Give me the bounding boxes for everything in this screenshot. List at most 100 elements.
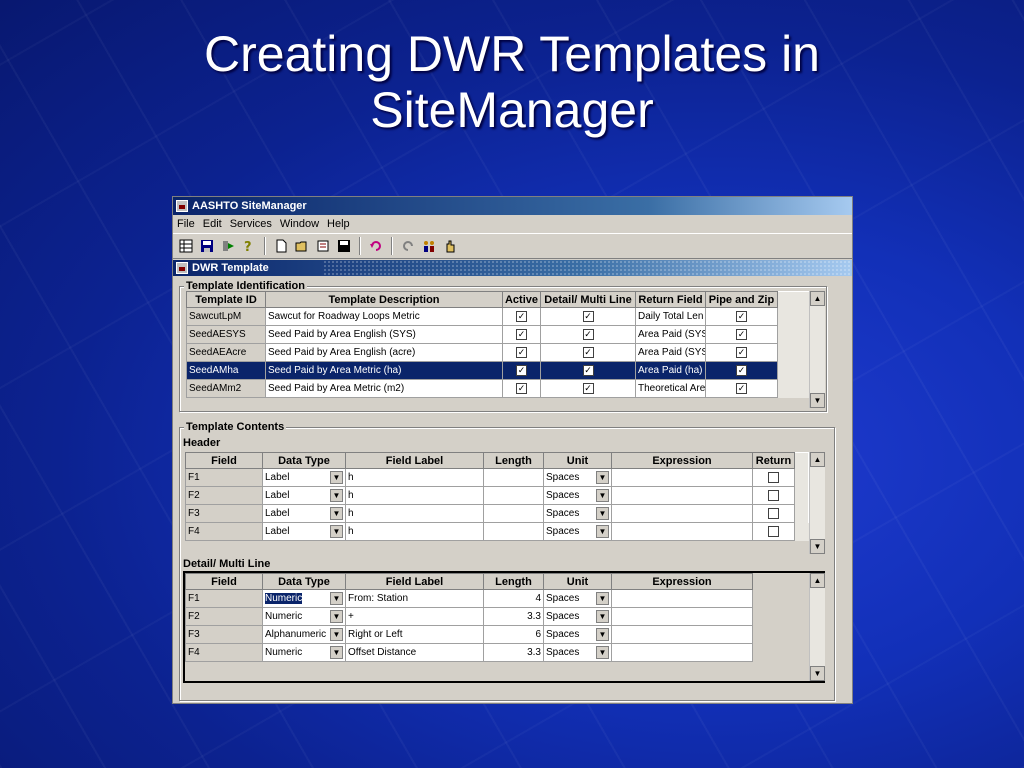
open-folder-icon[interactable] <box>293 237 311 255</box>
unit-dropdown[interactable]: Spaces ▼ <box>543 607 612 626</box>
detail-cell[interactable]: ✓ <box>540 343 636 362</box>
template-description-cell[interactable]: Seed Paid by Area English (SYS) <box>265 325 503 344</box>
field-label-cell[interactable]: Offset Distance <box>345 643 484 662</box>
field-label-cell[interactable]: h <box>345 486 484 505</box>
unit-dropdown[interactable]: Spaces ▼ <box>543 522 612 541</box>
return-cell[interactable] <box>752 504 795 523</box>
menu-edit[interactable]: Edit <box>201 218 228 230</box>
table-row[interactable]: SeedAMha Seed Paid by Area Metric (ha) ✓ ✓ A… <box>186 361 810 380</box>
table-row[interactable]: F4 Label ▼ h Spaces ▼ <box>185 522 809 541</box>
table-row[interactable]: F2 Label ▼ h Spaces ▼ <box>185 486 809 505</box>
col-return[interactable]: Return <box>752 452 795 469</box>
dwr-template-titlebar[interactable]: DWR Template <box>173 260 852 276</box>
arrow-icon[interactable] <box>219 237 237 255</box>
col-active[interactable]: Active <box>502 291 541 308</box>
scroll-down-icon[interactable]: ▼ <box>810 393 825 408</box>
pipe-zip-cell[interactable]: ✓ <box>705 343 778 362</box>
new-document-icon[interactable] <box>272 237 290 255</box>
return-field-cell[interactable]: Theoretical Are <box>635 379 706 398</box>
template-description-cell[interactable]: Sawcut for Roadway Loops Metric <box>265 307 503 326</box>
template-id-cell[interactable]: SawcutLpM <box>186 307 266 326</box>
template-description-cell[interactable]: Seed Paid by Area English (acre) <box>265 343 503 362</box>
col-field[interactable]: Field <box>185 452 263 469</box>
active-cell[interactable]: ✓ <box>502 325 541 344</box>
detail-cell[interactable]: ✓ <box>540 325 636 344</box>
save-disk-icon[interactable] <box>198 237 216 255</box>
return-cell[interactable] <box>752 522 795 541</box>
menu-services[interactable]: Services <box>228 218 278 230</box>
expression-cell[interactable] <box>611 504 753 523</box>
scroll-down-icon[interactable]: ▼ <box>810 539 825 554</box>
col-pipe-and-zip[interactable]: Pipe and Zip <box>705 291 778 308</box>
chevron-down-icon[interactable]: ▼ <box>330 525 343 538</box>
col-length[interactable]: Length <box>483 452 544 469</box>
length-cell[interactable] <box>483 486 544 505</box>
data-type-dropdown[interactable]: Numeric ▼ <box>262 607 346 626</box>
scroll-up-icon[interactable]: ▲ <box>810 291 825 306</box>
length-cell[interactable] <box>483 522 544 541</box>
pipe-zip-cell[interactable]: ✓ <box>705 379 778 398</box>
return-field-cell[interactable]: Area Paid (SYS <box>635 343 706 362</box>
active-cell[interactable]: ✓ <box>502 379 541 398</box>
col-data-type[interactable]: Data Type <box>262 573 346 590</box>
field-cell[interactable]: F2 <box>185 486 263 505</box>
template-id-cell[interactable]: SeedAMm2 <box>186 379 266 398</box>
help-icon[interactable]: ? <box>240 237 258 255</box>
scroll-down-icon[interactable]: ▼ <box>810 666 825 681</box>
col-template-id[interactable]: Template ID <box>186 291 266 308</box>
field-cell[interactable]: F2 <box>185 607 263 626</box>
detail-scrollbar[interactable]: ▲ ▼ <box>809 573 825 681</box>
chevron-down-icon[interactable]: ▼ <box>330 628 343 641</box>
chevron-down-icon[interactable]: ▼ <box>330 610 343 623</box>
menu-help[interactable]: Help <box>325 218 356 230</box>
people-icon[interactable] <box>420 237 438 255</box>
active-cell[interactable]: ✓ <box>502 361 541 380</box>
checkbox[interactable]: ✓ <box>516 364 527 376</box>
checkbox[interactable] <box>768 507 779 519</box>
data-type-dropdown[interactable]: Alphanumeric ▼ <box>262 625 346 644</box>
chevron-down-icon[interactable]: ▼ <box>596 507 609 520</box>
expression-cell[interactable] <box>611 607 753 626</box>
chevron-down-icon[interactable]: ▼ <box>330 592 343 605</box>
checkbox[interactable]: ✓ <box>736 346 747 358</box>
checkbox[interactable]: ✓ <box>736 382 747 394</box>
checkbox[interactable]: ✓ <box>582 382 594 394</box>
length-cell[interactable]: 6 <box>483 625 544 644</box>
field-cell[interactable]: F3 <box>185 625 263 644</box>
col-template-description[interactable]: Template Description <box>265 291 503 308</box>
chevron-down-icon[interactable]: ▼ <box>330 471 343 484</box>
col-detail-multi-line[interactable]: Detail/ Multi Line <box>540 291 636 308</box>
checkbox[interactable] <box>768 489 779 501</box>
checkbox[interactable] <box>768 525 779 537</box>
chevron-down-icon[interactable]: ▼ <box>330 507 343 520</box>
template-description-cell[interactable]: Seed Paid by Area Metric (m2) <box>265 379 503 398</box>
active-cell[interactable]: ✓ <box>502 343 541 362</box>
field-cell[interactable]: F4 <box>185 522 263 541</box>
wizard-icon[interactable] <box>314 237 332 255</box>
field-label-cell[interactable]: h <box>345 504 484 523</box>
hand-icon[interactable] <box>441 237 459 255</box>
unit-dropdown[interactable]: Spaces ▼ <box>543 504 612 523</box>
length-cell[interactable]: 4 <box>483 589 544 608</box>
length-cell[interactable]: 3.3 <box>483 607 544 626</box>
checkbox[interactable]: ✓ <box>582 346 594 358</box>
chevron-down-icon[interactable]: ▼ <box>596 610 609 623</box>
expression-cell[interactable] <box>611 589 753 608</box>
template-id-cell[interactable]: SeedAEAcre <box>186 343 266 362</box>
checkbox[interactable]: ✓ <box>736 328 747 340</box>
chevron-down-icon[interactable]: ▼ <box>596 592 609 605</box>
table-row[interactable]: SeedAEAcre Seed Paid by Area English (acr… <box>186 343 810 362</box>
chevron-down-icon[interactable]: ▼ <box>596 489 609 502</box>
pipe-zip-cell[interactable]: ✓ <box>705 325 778 344</box>
col-return-field[interactable]: Return Field <box>635 291 706 308</box>
checkbox[interactable]: ✓ <box>582 328 594 340</box>
identification-scrollbar[interactable]: ▲ ▼ <box>809 291 825 408</box>
menu-file[interactable]: File <box>175 218 201 230</box>
length-cell[interactable]: 3.3 <box>483 643 544 662</box>
data-type-dropdown[interactable]: Label ▼ <box>262 504 346 523</box>
field-label-cell[interactable]: h <box>345 468 484 487</box>
data-type-dropdown[interactable]: Label ▼ <box>262 468 346 487</box>
template-id-cell[interactable]: SeedAMha <box>186 361 266 380</box>
save-icon[interactable] <box>335 237 353 255</box>
expression-cell[interactable] <box>611 643 753 662</box>
